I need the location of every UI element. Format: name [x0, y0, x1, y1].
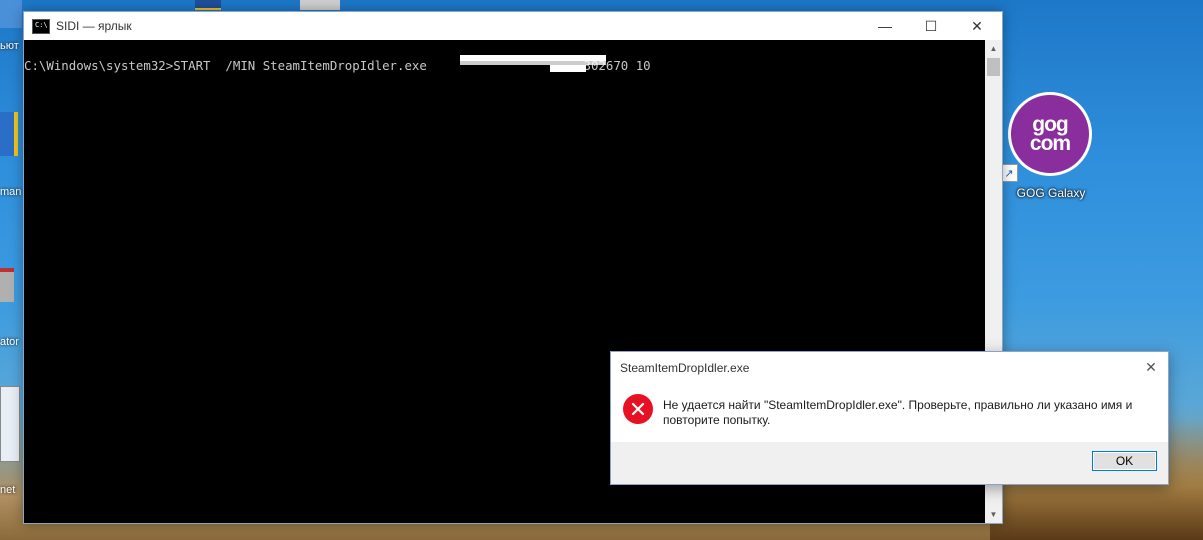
scroll-down-icon[interactable]: ▼ [985, 506, 1002, 523]
desktop-icon-label: ator [0, 336, 19, 348]
gog-galaxy-icon[interactable]: gog com [1008, 92, 1092, 176]
gog-galaxy-label: GOG Galaxy [1016, 186, 1086, 200]
desktop-icon-label: man [0, 186, 22, 198]
desktop-icon-partial-2[interactable] [300, 0, 340, 10]
dialog-title: SteamItemDropIdler.exe [620, 361, 750, 375]
error-icon [623, 394, 653, 424]
desktop-left-icons: ьют man ator net [0, 0, 24, 540]
desktop-icon-top[interactable] [0, 0, 22, 28]
dialog-close-button[interactable]: ✕ [1134, 352, 1168, 382]
scroll-up-icon[interactable]: ▲ [985, 40, 1002, 57]
cmd-icon: C:\ [32, 19, 50, 34]
maximize-button[interactable]: ☐ [908, 12, 954, 40]
desktop-icon-tool[interactable] [0, 268, 14, 302]
desktop-icon-doc[interactable] [0, 386, 20, 462]
console-title: SIDI — ярлык [56, 19, 132, 33]
dialog-footer: OK [611, 442, 1168, 484]
ok-button[interactable]: OK [1092, 451, 1157, 471]
desktop-icon-label: net [0, 484, 16, 496]
error-dialog[interactable]: SteamItemDropIdler.exe ✕ Не удается найт… [610, 351, 1169, 485]
scroll-thumb[interactable] [987, 58, 1000, 76]
desktop-icon-partial-1[interactable] [195, 0, 221, 10]
close-button[interactable]: ✕ [954, 12, 1000, 40]
console-titlebar[interactable]: C:\ SIDI — ярлык — ☐ ✕ [24, 12, 1002, 40]
minimize-button[interactable]: — [862, 12, 908, 40]
gog-logo-line2: com [1029, 132, 1071, 155]
desktop-icon-label: ьют [0, 40, 19, 52]
redaction-block [550, 65, 586, 72]
dialog-message: Не удается найти "SteamItemDropIdler.exe… [663, 398, 1133, 427]
desktop-icon-app[interactable] [0, 112, 18, 156]
